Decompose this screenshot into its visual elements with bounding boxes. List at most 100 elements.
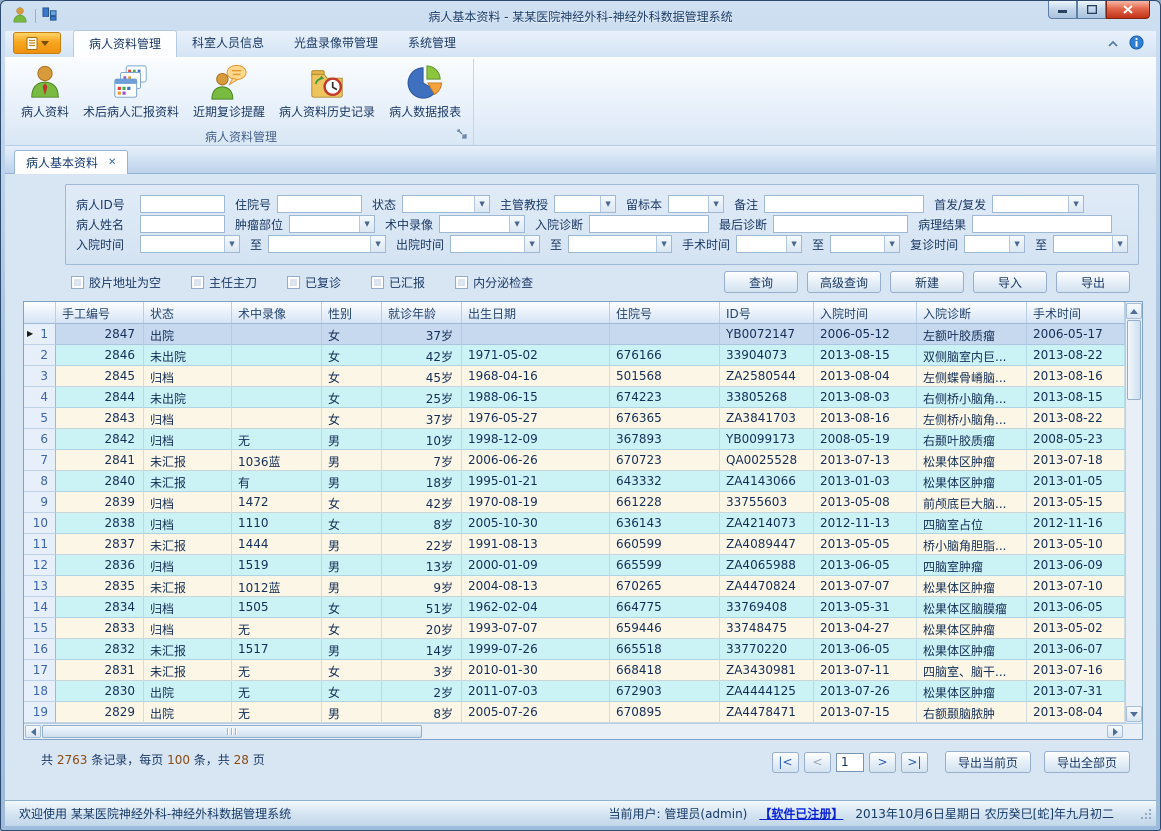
checkbox-film-address-empty[interactable]: 胶片地址为空 (71, 274, 161, 291)
query-button[interactable]: 查询 (724, 271, 798, 293)
dialog-launcher-icon[interactable] (457, 128, 467, 142)
prev-page-button[interactable]: < (804, 752, 831, 773)
vertical-scrollbar[interactable] (1125, 302, 1142, 723)
remarks-input[interactable] (764, 195, 924, 213)
table-row[interactable]: ▶12847出院女37岁YB00721472006-05-12左额叶胶质瘤200… (24, 324, 1125, 345)
ribbon-tab-system[interactable]: 系统管理 (393, 30, 471, 57)
grid-column-header-admission-date[interactable]: 入院时间 (814, 302, 917, 323)
table-row[interactable]: 32845归档女45岁1968-04-16501568ZA25805442013… (24, 366, 1125, 387)
software-registered-link[interactable]: 【软件已注册】 (759, 805, 843, 822)
grid-column-header-id-no[interactable]: ID号 (720, 302, 814, 323)
table-row[interactable]: 152833归档无女20岁1993-07-0765944633748475201… (24, 618, 1125, 639)
intraop-video-combo[interactable]: ▼ (439, 215, 525, 233)
tab-patient-basic-info[interactable]: 病人基本资料 ✕ (14, 150, 128, 174)
ribbon-button-followup-reminder[interactable]: 近期复诊提醒 (186, 61, 272, 123)
table-row[interactable]: 132835未汇报1012蓝男9岁2004-08-13670265ZA44708… (24, 576, 1125, 597)
application-menu-button[interactable] (13, 32, 61, 54)
table-row[interactable]: 72841未汇报1036蓝男7岁2006-06-26670723QA002552… (24, 450, 1125, 471)
table-row[interactable]: 192829出院无男8岁2005-07-26670895ZA4478471201… (24, 702, 1125, 723)
surgery-date-from-combo[interactable]: ▼ (736, 235, 802, 253)
checkbox-reported[interactable]: 已汇报 (371, 274, 425, 291)
scroll-left-icon[interactable] (25, 725, 41, 738)
scroll-down-icon[interactable] (1126, 706, 1142, 722)
first-or-recurrence-combo[interactable]: ▼ (992, 195, 1084, 213)
export-current-page-button[interactable]: 导出当前页 (945, 751, 1031, 773)
table-row[interactable]: 162832未汇报1517男14岁1999-07-266655183377022… (24, 639, 1125, 660)
checkbox-followed-up[interactable]: 已复诊 (287, 274, 341, 291)
final-diagnosis-input[interactable] (773, 215, 908, 233)
horizontal-scrollbar[interactable] (24, 723, 1142, 739)
grid-column-header-surgery-date[interactable]: 手术时间 (1027, 302, 1125, 323)
ribbon-tab-staff-info[interactable]: 科室人员信息 (177, 30, 279, 57)
table-row[interactable]: 52843归档女37岁1976-05-27676365ZA38417032013… (24, 408, 1125, 429)
export-all-pages-button[interactable]: 导出全部页 (1044, 751, 1130, 773)
close-button[interactable] (1106, 1, 1150, 19)
scroll-right-icon[interactable] (1107, 725, 1123, 738)
last-page-button[interactable]: >| (901, 752, 928, 773)
patient-name-input[interactable] (140, 215, 225, 233)
table-row[interactable]: 92839归档1472女42岁1970-08-19661228337556032… (24, 492, 1125, 513)
table-row[interactable]: 82840未汇报有男18岁1995-01-21643332ZA414306620… (24, 471, 1125, 492)
table-row[interactable]: 172831未汇报无女3岁2010-01-30668418ZA343098120… (24, 660, 1125, 681)
grid-column-header-status[interactable]: 状态 (144, 302, 232, 323)
grid-column-header-age-at-visit[interactable]: 就诊年龄 (382, 302, 462, 323)
chief-professor-combo[interactable]: ▼ (554, 195, 616, 213)
table-row[interactable]: 112837未汇报1444男22岁1991-08-13660599ZA40894… (24, 534, 1125, 555)
followup-date-to-combo[interactable]: ▼ (1053, 235, 1128, 253)
app-person-icon[interactable] (11, 6, 29, 27)
vertical-scroll-thumb[interactable] (1127, 320, 1141, 400)
table-row[interactable]: 182830出院无女2岁2011-07-03672903ZA4444125201… (24, 681, 1125, 702)
pathology-result-input[interactable] (972, 215, 1112, 233)
specimen-kept-combo[interactable]: ▼ (668, 195, 724, 213)
minimize-button[interactable] (1048, 1, 1077, 19)
table-row[interactable]: 122836归档1519男13岁2000-01-09665599ZA406598… (24, 555, 1125, 576)
horizontal-scroll-thumb[interactable] (42, 725, 422, 738)
layout-grid-icon[interactable] (42, 7, 57, 25)
resize-grip[interactable] (1141, 808, 1152, 822)
cell-inpatient-no: 659446 (610, 618, 720, 639)
inpatient-no-input[interactable] (277, 195, 362, 213)
ribbon-button-data-report[interactable]: 病人数据报表 (382, 61, 468, 123)
surgery-date-to-combo[interactable]: ▼ (830, 235, 900, 253)
discharge-date-to-combo[interactable]: ▼ (568, 235, 672, 253)
grid-column-header-manual-no[interactable]: 手工编号 (56, 302, 144, 323)
patient-id-input[interactable] (140, 195, 225, 213)
grid-column-header-intraop-video[interactable]: 术中录像 (232, 302, 322, 323)
export-button[interactable]: 导出 (1056, 271, 1130, 293)
import-button[interactable]: 导入 (973, 271, 1047, 293)
followup-date-from-combo[interactable]: ▼ (964, 235, 1025, 253)
advanced-query-button[interactable]: 高级查询 (807, 271, 881, 293)
new-button[interactable]: 新建 (890, 271, 964, 293)
scroll-up-icon[interactable] (1126, 303, 1142, 319)
discharge-date-from-combo[interactable]: ▼ (450, 235, 540, 253)
maximize-button[interactable] (1077, 1, 1106, 19)
grid-column-header-admission-diagnosis[interactable]: 入院诊断 (917, 302, 1027, 323)
tab-close-icon[interactable]: ✕ (108, 157, 116, 168)
ribbon-button-patient-data[interactable]: 病人资料 (14, 61, 76, 123)
table-row[interactable]: 102838归档1110女8岁2005-10-30636143ZA4214073… (24, 513, 1125, 534)
checkbox-endocrine-exam[interactable]: 内分泌检查 (455, 274, 533, 291)
cell-inpatient-no: 672903 (610, 681, 720, 702)
ribbon-button-history-records[interactable]: 病人资料历史记录 (272, 61, 382, 123)
table-row[interactable]: 42844未出院女25岁1988-06-15674223338052682013… (24, 387, 1125, 408)
first-page-button[interactable]: |< (772, 752, 799, 773)
help-info-icon[interactable] (1129, 35, 1144, 53)
checkbox-chief-surgeon[interactable]: 主任主刀 (191, 274, 257, 291)
table-row[interactable]: 22846未出院女42岁1971-05-02676166339040732013… (24, 345, 1125, 366)
grid-column-header-gender[interactable]: 性别 (322, 302, 382, 323)
admission-diagnosis-input[interactable] (589, 215, 709, 233)
next-page-button[interactable]: > (869, 752, 896, 773)
ribbon-collapse-icon[interactable] (1107, 37, 1119, 51)
grid-column-header-birth-date[interactable]: 出生日期 (462, 302, 610, 323)
ribbon-tab-patient-data[interactable]: 病人资料管理 (73, 30, 177, 57)
tumor-site-combo[interactable]: ▼ (289, 215, 375, 233)
grid-column-header-inpatient-no[interactable]: 住院号 (610, 302, 720, 323)
admission-date-from-combo[interactable]: ▼ (140, 235, 240, 253)
admission-date-to-combo[interactable]: ▼ (268, 235, 386, 253)
page-input[interactable] (836, 753, 864, 772)
table-row[interactable]: 142834归档1505女51岁1962-02-0466477533769408… (24, 597, 1125, 618)
ribbon-button-postop-report[interactable]: 术后病人汇报资料 (76, 61, 186, 123)
ribbon-tab-disc-video[interactable]: 光盘录像带管理 (279, 30, 393, 57)
table-row[interactable]: 62842归档无男10岁1998-12-09367893YB0099173200… (24, 429, 1125, 450)
status-combo[interactable]: ▼ (402, 195, 490, 213)
